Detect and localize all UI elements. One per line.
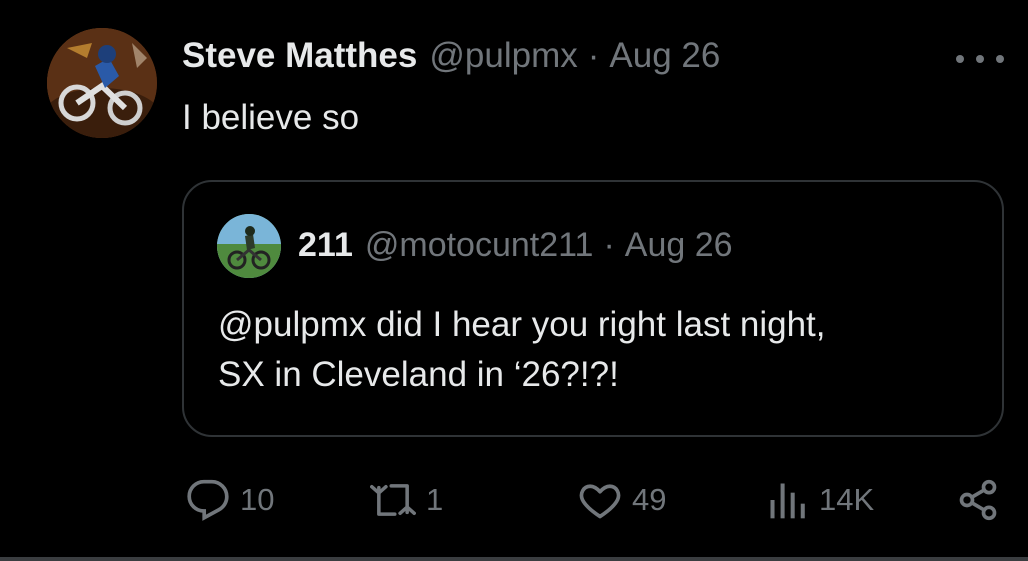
author-handle[interactable]: @pulpmx: [429, 36, 577, 76]
views-button[interactable]: 14K: [765, 472, 874, 528]
dirtbike-photo: [217, 214, 281, 278]
share-icon: [959, 479, 997, 521]
share-button[interactable]: [956, 472, 1000, 528]
quoted-tweet-card[interactable]: 211 @motocunt211 · Aug 26 @pulpmx did I …: [182, 180, 1004, 437]
more-horizontal-icon: [956, 55, 964, 63]
quoted-tweet-text: @pulpmx did I hear you right last night,…: [218, 300, 978, 400]
author-display-name[interactable]: Steve Matthes: [182, 36, 417, 76]
more-dot: [996, 55, 1004, 63]
author-avatar[interactable]: [47, 28, 157, 138]
quoted-author-handle: @motocunt211: [364, 226, 594, 264]
quoted-tweet-header: 211 @motocunt211 · Aug 26: [298, 226, 733, 265]
views-count: 14K: [819, 482, 875, 517]
retweet-button[interactable]: 1: [370, 472, 443, 528]
header-separator: ·: [587, 36, 600, 75]
reply-button[interactable]: 10: [186, 472, 274, 528]
tweet-actions-bar: 10 1 49 14K: [0, 472, 1028, 528]
heart-icon: [579, 484, 621, 519]
retweet-count: 1: [426, 482, 444, 517]
quoted-tweet-date: Aug 26: [624, 226, 733, 264]
quoted-text-line: @pulpmx did I hear you right last night,: [218, 305, 826, 344]
reply-icon: [187, 479, 229, 521]
reply-count: 10: [240, 482, 275, 517]
tweet-header: Steve Matthes @pulpmx · Aug 26: [182, 36, 720, 82]
more-dot: [976, 55, 984, 63]
quoted-author-display-name: 211: [298, 226, 353, 264]
like-button[interactable]: 49: [578, 472, 666, 528]
quoted-header-separator: ·: [603, 226, 615, 264]
motocross-photo: [47, 28, 157, 138]
more-options-button[interactable]: [956, 52, 1004, 66]
analytics-icon: [770, 483, 805, 519]
tweet-date[interactable]: Aug 26: [609, 36, 720, 76]
retweet-icon: [370, 484, 416, 516]
quoted-author-avatar[interactable]: [217, 214, 281, 278]
tweet-text: I believe so: [182, 98, 360, 137]
like-count: 49: [632, 482, 667, 517]
bottom-divider: [0, 557, 1028, 561]
quoted-text-line: SX in Cleveland in ‘26?!?!: [218, 355, 619, 394]
